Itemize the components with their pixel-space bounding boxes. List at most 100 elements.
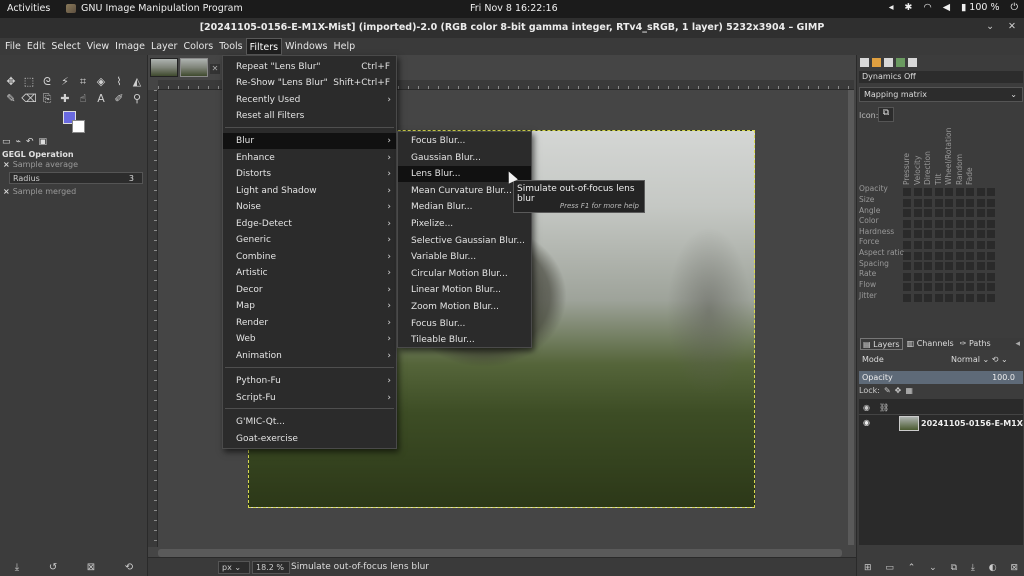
dynamics-name[interactable]: Dynamics Off <box>859 71 1023 83</box>
blur-item-tileable-blur[interactable]: Tileable Blur... <box>398 332 531 348</box>
dynamics-cell[interactable] <box>955 262 964 271</box>
rect-select-icon[interactable]: ⬚ <box>20 73 38 90</box>
menu-select[interactable]: Select <box>48 38 83 55</box>
dynamics-cell[interactable] <box>976 240 985 249</box>
dynamics-cell[interactable] <box>945 230 953 239</box>
new-layer-icon[interactable]: ⊞ <box>864 563 872 573</box>
dynamics-cell[interactable] <box>903 198 911 207</box>
lock-alpha-icon[interactable]: ▦ <box>905 386 913 395</box>
dynamics-cell[interactable] <box>945 283 953 292</box>
blur-item-focus-blur[interactable]: Focus Blur... <box>398 316 531 332</box>
dynamics-cell[interactable] <box>903 188 911 196</box>
dynamics-cell[interactable] <box>966 272 974 281</box>
text-icon[interactable]: A <box>92 90 110 107</box>
filters-item-recently-used[interactable]: Recently Used › <box>223 92 396 108</box>
dynamics-cell[interactable] <box>913 198 922 207</box>
dynamics-cell[interactable] <box>934 188 943 196</box>
restore-options-icon[interactable]: ↺ <box>49 562 57 573</box>
activities-button[interactable]: Activities <box>7 3 50 14</box>
dynamics-cell[interactable] <box>913 230 922 239</box>
filters-item-light-and-shadow[interactable]: Light and Shadow › <box>223 183 396 199</box>
filters-item-artistic[interactable]: Artistic › <box>223 265 396 281</box>
dynamics-cell[interactable] <box>955 230 964 239</box>
horizontal-scrollbar[interactable] <box>158 549 842 557</box>
sample-merged-option[interactable]: × Sample merged <box>3 187 76 196</box>
clock[interactable]: Fri Nov 8 16:22:16 <box>470 3 558 14</box>
filters-item-map[interactable]: Map › <box>223 298 396 314</box>
vertical-scrollbar[interactable] <box>848 90 854 545</box>
dynamics-cell[interactable] <box>976 230 985 239</box>
dynamics-cell[interactable] <box>913 272 922 281</box>
dynamics-cell[interactable] <box>966 283 974 292</box>
image-tab-thumbnail[interactable] <box>150 58 178 77</box>
dynamics-cell[interactable] <box>966 251 974 260</box>
reset-options-icon[interactable]: ⟲ <box>125 562 133 573</box>
mapping-matrix-dropdown[interactable]: Mapping matrix ⌄ <box>859 87 1023 102</box>
dynamics-cell[interactable] <box>976 251 985 260</box>
dynamics-cell[interactable] <box>924 262 932 271</box>
dynamics-cell[interactable] <box>966 262 974 271</box>
dynamics-cell[interactable] <box>955 293 964 302</box>
dynamics-cell[interactable] <box>966 209 974 218</box>
filters-item-re-show-lens-blur[interactable]: Re-Show "Lens Blur" Shift+Ctrl+F <box>223 75 396 91</box>
filters-item-enhance[interactable]: Enhance › <box>223 150 396 166</box>
dynamics-cell[interactable] <box>913 188 922 196</box>
visibility-eye-icon[interactable]: ◉ <box>863 418 870 427</box>
unified-transform-icon[interactable]: ◈ <box>92 73 110 90</box>
blur-item-linear-motion-blur[interactable]: Linear Motion Blur... <box>398 282 531 298</box>
minimize-icon[interactable]: ⌄ <box>986 21 994 32</box>
dynamics-tab-icon[interactable] <box>908 58 917 67</box>
filters-item-script-fu[interactable]: Script-Fu › <box>223 390 396 406</box>
dynamics-cell[interactable] <box>966 293 974 302</box>
menu-file[interactable]: File <box>2 38 24 55</box>
layer-opacity-slider[interactable]: Opacity 100.0 <box>859 371 1023 384</box>
dynamics-cell[interactable] <box>924 198 932 207</box>
dynamics-cell[interactable] <box>913 262 922 271</box>
dynamics-cell[interactable] <box>924 293 932 302</box>
dynamics-cell[interactable] <box>987 251 995 260</box>
menu-filters[interactable]: Filters <box>245 38 283 55</box>
dynamics-cell[interactable] <box>903 272 911 281</box>
dynamics-cell[interactable] <box>955 198 964 207</box>
dynamics-cell[interactable] <box>987 293 995 302</box>
crop-icon[interactable]: ⌗ <box>74 73 92 90</box>
dynamics-cell[interactable] <box>976 283 985 292</box>
dynamics-cell[interactable] <box>976 209 985 218</box>
fuzzy-select-icon[interactable]: ⚡ <box>56 73 74 90</box>
dynamics-cell[interactable] <box>913 293 922 302</box>
dynamics-cell[interactable] <box>987 230 995 239</box>
app-menu[interactable]: GNU Image Manipulation Program <box>66 3 243 14</box>
color-picker-icon[interactable]: ✐ <box>110 90 128 107</box>
dynamics-cell[interactable] <box>924 188 932 196</box>
dynamics-cell[interactable] <box>934 219 943 228</box>
eraser-icon[interactable]: ⌫ <box>20 90 38 107</box>
filters-item-reset-all-filters[interactable]: Reset all Filters <box>223 108 396 124</box>
layer-row[interactable]: ◉ 20241105-0156-E-M1X-Mist.jpg <box>859 416 1023 431</box>
layer-mode-selector[interactable]: Mode Normal ⌄ ⟲ ⌄ <box>859 353 1023 367</box>
filters-item-web[interactable]: Web › <box>223 331 396 347</box>
filters-item-combine[interactable]: Combine › <box>223 249 396 265</box>
menu-windows[interactable]: Windows <box>282 38 330 55</box>
menu-help[interactable]: Help <box>331 38 359 55</box>
filters-item-goat-exercise[interactable]: Goat-exercise <box>223 431 396 447</box>
tab-layers[interactable]: ▤ Layers <box>860 338 903 350</box>
dynamics-cell[interactable] <box>955 209 964 218</box>
dynamics-cell[interactable] <box>976 262 985 271</box>
dynamics-cell[interactable] <box>966 219 974 228</box>
device-status-tab-icon[interactable]: ⌁ <box>16 137 21 147</box>
dynamics-cell[interactable] <box>934 293 943 302</box>
dynamics-cell[interactable] <box>924 272 932 281</box>
save-options-icon[interactable]: ⤓ <box>15 562 19 573</box>
filters-item-noise[interactable]: Noise › <box>223 199 396 215</box>
dynamics-cell[interactable] <box>924 219 932 228</box>
dynamics-cell[interactable] <box>976 198 985 207</box>
dynamics-cell[interactable] <box>987 209 995 218</box>
dynamics-cell[interactable] <box>976 188 985 196</box>
dynamics-cell[interactable] <box>945 272 953 281</box>
heal-icon[interactable]: ✚ <box>56 90 74 107</box>
dynamics-cell[interactable] <box>903 293 911 302</box>
tool-options-tab-icon[interactable]: ▭ <box>2 137 11 147</box>
filters-item-render[interactable]: Render › <box>223 315 396 331</box>
dynamics-cell[interactable] <box>934 262 943 271</box>
blur-item-mean-curvature-blur[interactable]: Mean Curvature Blur... <box>398 183 531 199</box>
